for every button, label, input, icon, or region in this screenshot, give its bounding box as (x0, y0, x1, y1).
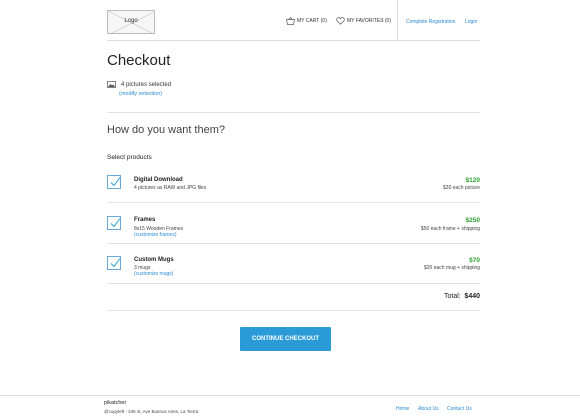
product-price: $70 (469, 257, 480, 264)
selection-summary: 4 pictures selected (107, 81, 171, 88)
cart-label: MY CART (0) (297, 18, 327, 24)
divider (107, 112, 480, 113)
footer-brand: pikatcher (104, 400, 127, 406)
footer-copyright: @copyleft - 345 st, Ave Buenos Aires, La… (104, 409, 199, 414)
logo[interactable]: Logo (107, 10, 155, 34)
favorites-label: MY FAVORITES (0) (347, 18, 391, 24)
total-label: Total: (444, 293, 461, 300)
favorites-link[interactable]: MY FAVORITES (0) (336, 17, 391, 25)
product-name: Custom Mugs (134, 257, 174, 263)
header-divider (397, 0, 398, 41)
heart-icon (336, 17, 345, 25)
product-price-note: $30 each picture (443, 185, 480, 191)
page-title: Checkout (107, 52, 171, 69)
checkmark-icon (110, 177, 121, 187)
login-link[interactable]: Login (465, 19, 477, 25)
basket-icon (286, 17, 295, 25)
divider (107, 243, 480, 244)
selection-count: 4 pictures selected (121, 81, 172, 88)
section-heading: How do you want them? (107, 124, 226, 136)
checkmark-icon (110, 258, 121, 268)
divider (107, 310, 480, 311)
customize-frames-link[interactable]: (customize frames) (134, 232, 177, 238)
product-name: Frames (134, 217, 156, 223)
frames-checkbox[interactable] (107, 216, 121, 230)
footer-link-home[interactable]: Home (396, 406, 409, 412)
customize-mugs-link[interactable]: (customize mugs) (134, 271, 173, 277)
cart-link[interactable]: MY CART (0) (286, 17, 327, 25)
complete-registration-link[interactable]: Complete Registration (406, 19, 455, 25)
header-border (107, 40, 480, 41)
digital-download-checkbox[interactable] (107, 175, 121, 189)
logo-label: Logo (124, 18, 138, 24)
footer-link-about[interactable]: About Us (418, 406, 439, 412)
section-subheading: Select products (107, 154, 152, 161)
product-price: $250 (465, 217, 480, 224)
product-price-note: $50 each frame + shipping (420, 226, 480, 232)
product-description: 4 pictures as RAW and JPG files (134, 185, 207, 191)
custom-mugs-checkbox[interactable] (107, 256, 121, 270)
footer-link-contact[interactable]: Contact Us (447, 406, 472, 412)
divider (107, 283, 480, 284)
checkmark-icon (110, 218, 121, 228)
product-price-note: $20 each mug + shipping (423, 265, 480, 271)
footer-border (0, 395, 580, 396)
product-price: $120 (465, 177, 480, 184)
continue-checkout-button[interactable]: CONTINUE CHECKOUT (240, 327, 331, 351)
total-value: $440 (464, 293, 480, 300)
product-name: Digital Download (134, 177, 183, 183)
modify-selection-link[interactable]: (modify selection) (119, 91, 162, 97)
picture-icon (107, 81, 116, 88)
divider (107, 202, 480, 203)
